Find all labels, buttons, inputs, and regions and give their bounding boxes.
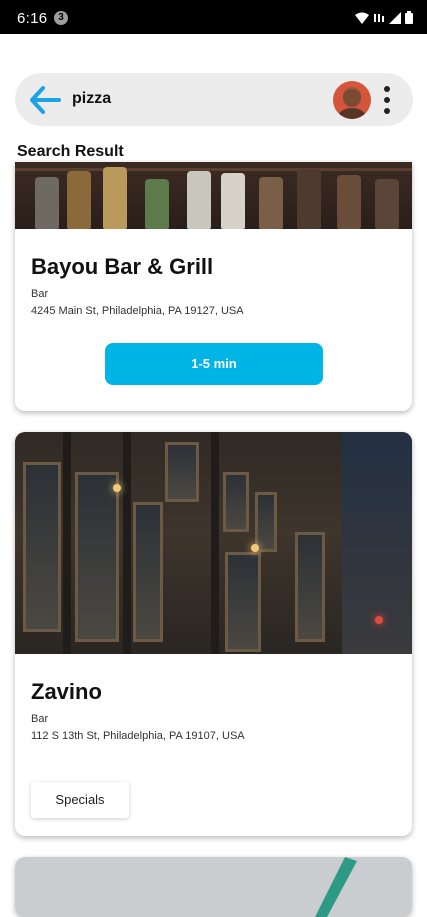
venue-type: Bar (31, 288, 49, 300)
venue-address: 112 S 13th St, Philadelphia, PA 19107, U… (31, 730, 245, 742)
section-title: Search Result (17, 143, 124, 160)
avatar[interactable] (333, 81, 371, 119)
result-card[interactable] (15, 857, 412, 917)
result-card[interactable]: Bayou Bar & Grill Bar 4245 Main St, Phil… (15, 162, 412, 411)
battery-icon (405, 11, 413, 24)
status-icons (355, 11, 413, 24)
venue-image (15, 162, 412, 229)
search-query[interactable]: pizza (72, 90, 111, 108)
venue-name: Bayou Bar & Grill (31, 254, 214, 279)
more-vertical-icon[interactable] (379, 86, 395, 114)
avatar-face (338, 89, 366, 119)
wifi-icon (355, 12, 369, 24)
search-bar[interactable]: pizza (15, 73, 413, 126)
notification-badge: 3 (54, 11, 68, 25)
result-card[interactable]: Zavino Bar 112 S 13th St, Philadelphia, … (15, 432, 412, 836)
signal-icon (389, 11, 401, 24)
arrow-left-icon (30, 86, 61, 114)
venue-name: Zavino (31, 679, 102, 704)
status-bar: 6:16 3 (0, 0, 427, 34)
venue-image (15, 857, 412, 917)
venue-type: Bar (31, 713, 49, 725)
venue-address: 4245 Main St, Philadelphia, PA 19127, US… (31, 305, 244, 317)
back-button[interactable] (29, 86, 61, 114)
data-icon (374, 13, 384, 22)
map-decoration (315, 857, 357, 917)
status-time: 6:16 (17, 10, 48, 27)
venue-image (15, 432, 412, 654)
specials-button[interactable]: Specials (31, 782, 129, 818)
wait-time-button[interactable]: 1-5 min (105, 343, 323, 385)
